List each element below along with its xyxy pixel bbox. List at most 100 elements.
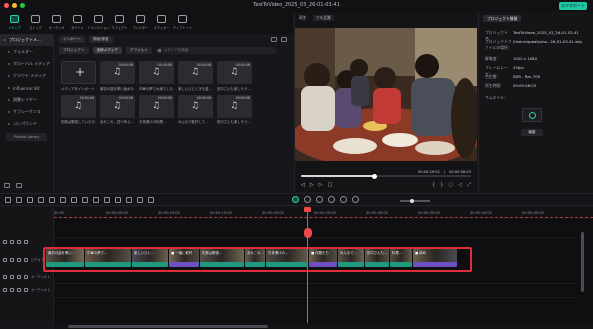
- media-thumbnail[interactable]: ♫ 00:00:08: [217, 94, 252, 118]
- audio-icon[interactable]: [115, 197, 121, 203]
- track-icon[interactable]: [3, 274, 7, 279]
- toolbar-tab-2[interactable]: オーディオ: [48, 12, 65, 30]
- media-thumbnail[interactable]: ♫ 00:00:08: [139, 94, 174, 118]
- new-folder-icon[interactable]: [4, 183, 10, 188]
- grid-icon[interactable]: [5, 197, 11, 203]
- filter-icon[interactable]: [271, 37, 277, 42]
- lock-icon[interactable]: [10, 240, 14, 244]
- render-icon[interactable]: [292, 196, 299, 203]
- lock-icon[interactable]: [10, 287, 14, 292]
- media-thumbnail[interactable]: ♫ 00:00:08: [178, 61, 213, 84]
- lock-icon[interactable]: [10, 257, 14, 262]
- media-item[interactable]: ♫ 00:00:08 最初の曲を歌い始めた...: [100, 61, 135, 91]
- sidebar-item-3[interactable]: クラウド メディア: [0, 70, 53, 82]
- playback-scrubber[interactable]: [301, 173, 471, 179]
- folder-icon[interactable]: [16, 183, 22, 188]
- quality-dropdown[interactable]: フル品質: [312, 15, 334, 21]
- media-thumbnail[interactable]: +: [61, 61, 96, 84]
- export-button[interactable]: エクスポート: [559, 2, 587, 10]
- track-icon[interactable]: [3, 257, 7, 262]
- cursor-icon[interactable]: [16, 197, 22, 203]
- zoom-slider[interactable]: [400, 198, 430, 203]
- media-thumbnail[interactable]: ♫ 00:00:08: [100, 61, 135, 84]
- mark-out-icon[interactable]: }: [440, 182, 443, 188]
- media-thumbnail[interactable]: ♫ 00:00:08: [178, 94, 213, 118]
- color-icon[interactable]: [104, 197, 110, 203]
- toolbar-tab-7[interactable]: ステッカー: [153, 12, 170, 30]
- record-button[interactable]: 録画/録音: [88, 36, 113, 43]
- toolbar-tab-4[interactable]: トランジション: [87, 12, 110, 30]
- prev-frame-icon[interactable]: ◁: [301, 182, 305, 188]
- media-item[interactable]: ♫ 00:00:08 みんなで乾杯して...: [178, 94, 213, 124]
- sidebar-item-5[interactable]: 調整レイヤー: [0, 94, 53, 106]
- play-icon[interactable]: ▷: [310, 182, 314, 188]
- sidebar-item-7[interactable]: コンパウンド: [0, 118, 53, 130]
- playhead[interactable]: [303, 207, 312, 323]
- link-icon[interactable]: [24, 287, 28, 292]
- mark-in-icon[interactable]: {: [432, 182, 435, 188]
- split-icon[interactable]: [60, 197, 66, 203]
- crop-icon[interactable]: [71, 197, 77, 203]
- tab-global-media[interactable]: 全体メディア: [92, 47, 122, 54]
- media-item[interactable]: ♫ 00:00:08 お茶漬けの料理...: [139, 94, 174, 124]
- timeline-ruler[interactable]: 00:00 00:00:05:00 00:00:10:00 00:00:15:00 00…: [54, 207, 593, 219]
- video-preview[interactable]: [295, 28, 477, 161]
- toolbar-tab-5[interactable]: エフェクト: [111, 12, 128, 30]
- zoom-handle[interactable]: [410, 198, 414, 203]
- snap-icon[interactable]: [316, 196, 323, 203]
- link-icon[interactable]: [24, 240, 28, 244]
- media-item[interactable]: ♫ 00:00:08 中華の夢で大漁でした...: [139, 61, 174, 91]
- tab-project-media[interactable]: プロジェクト: [59, 47, 89, 54]
- delete-icon[interactable]: [49, 197, 55, 203]
- snapshot-icon[interactable]: ▢: [448, 182, 453, 188]
- eye-icon[interactable]: [17, 257, 21, 262]
- media-item[interactable]: + メディアをインポート: [61, 61, 96, 91]
- track-icon[interactable]: [3, 240, 7, 244]
- playhead-marker[interactable]: [303, 228, 312, 238]
- sidebar-item-4[interactable]: Influencer Kit: [0, 82, 53, 94]
- media-item[interactable]: ♫ 00:00:08 田中さんも楽しそう...: [217, 94, 252, 124]
- toolbar-tab-1[interactable]: ストック: [27, 12, 44, 30]
- media-thumbnail[interactable]: ♫ 00:00:08: [100, 94, 135, 118]
- fullscreen-icon[interactable]: ⤢: [467, 182, 471, 188]
- speed-icon[interactable]: [93, 197, 99, 203]
- track-icon[interactable]: [3, 287, 7, 292]
- toolbar-tab-8[interactable]: テンプレート: [173, 12, 192, 30]
- lock-icon[interactable]: [10, 274, 14, 279]
- scrubber-handle[interactable]: [371, 173, 377, 179]
- redo-icon[interactable]: [38, 197, 44, 203]
- edit-thumbnail-button[interactable]: 編集: [521, 129, 543, 136]
- voice-icon[interactable]: [328, 196, 335, 203]
- sort-dropdown[interactable]: デフォルト: [125, 47, 152, 54]
- toolbar-tab-3[interactable]: タイトル: [69, 12, 86, 30]
- ai-icon[interactable]: [352, 196, 359, 203]
- sidebar-item-0[interactable]: プロジェクトメ...: [0, 34, 53, 46]
- volume-icon[interactable]: ◁: [458, 182, 462, 188]
- media-search-input[interactable]: メディアを検索: [155, 47, 276, 54]
- link-icon[interactable]: [24, 257, 28, 262]
- media-thumbnail[interactable]: ♫ 00:00:08: [61, 94, 96, 118]
- stop-icon[interactable]: □: [328, 182, 333, 188]
- media-item[interactable]: ♫ 00:00:08 田中さんも楽しそう...: [217, 61, 252, 91]
- link-icon[interactable]: [24, 274, 28, 279]
- import-button[interactable]: インポート: [59, 36, 85, 43]
- scrollbar-thumb[interactable]: [68, 324, 268, 328]
- eye-icon[interactable]: [17, 240, 21, 244]
- player-tab[interactable]: 再生: [299, 15, 307, 21]
- marker-icon[interactable]: [304, 196, 311, 203]
- text-icon[interactable]: [82, 197, 88, 203]
- toolbar-tab-6[interactable]: フィルター: [132, 12, 149, 30]
- tab-project-info[interactable]: プロジェクト情報: [483, 15, 522, 22]
- media-thumbnail[interactable]: ♫ 00:00:08: [217, 61, 252, 84]
- media-item[interactable]: ♫ 00:00:08 あれこれ、四十年ぶ...: [100, 94, 135, 124]
- eye-icon[interactable]: [17, 287, 21, 292]
- keyframe-icon[interactable]: [126, 197, 132, 203]
- media-item[interactable]: ♫ 00:00:08 佐藤は緊張していたが...: [61, 94, 96, 124]
- next-frame-icon[interactable]: ▷: [319, 182, 323, 188]
- sidebar-item-1[interactable]: フォルダー: [0, 46, 53, 58]
- media-item[interactable]: ♫ 00:00:08 楽しいひとときを過...: [178, 61, 213, 91]
- sidebar-item-6[interactable]: サブシーケンス: [0, 106, 53, 118]
- eye-icon[interactable]: [17, 274, 21, 279]
- timeline-vertical-scrollbar[interactable]: [581, 232, 584, 292]
- sidebar-item-2[interactable]: グローバル メディア: [0, 58, 53, 70]
